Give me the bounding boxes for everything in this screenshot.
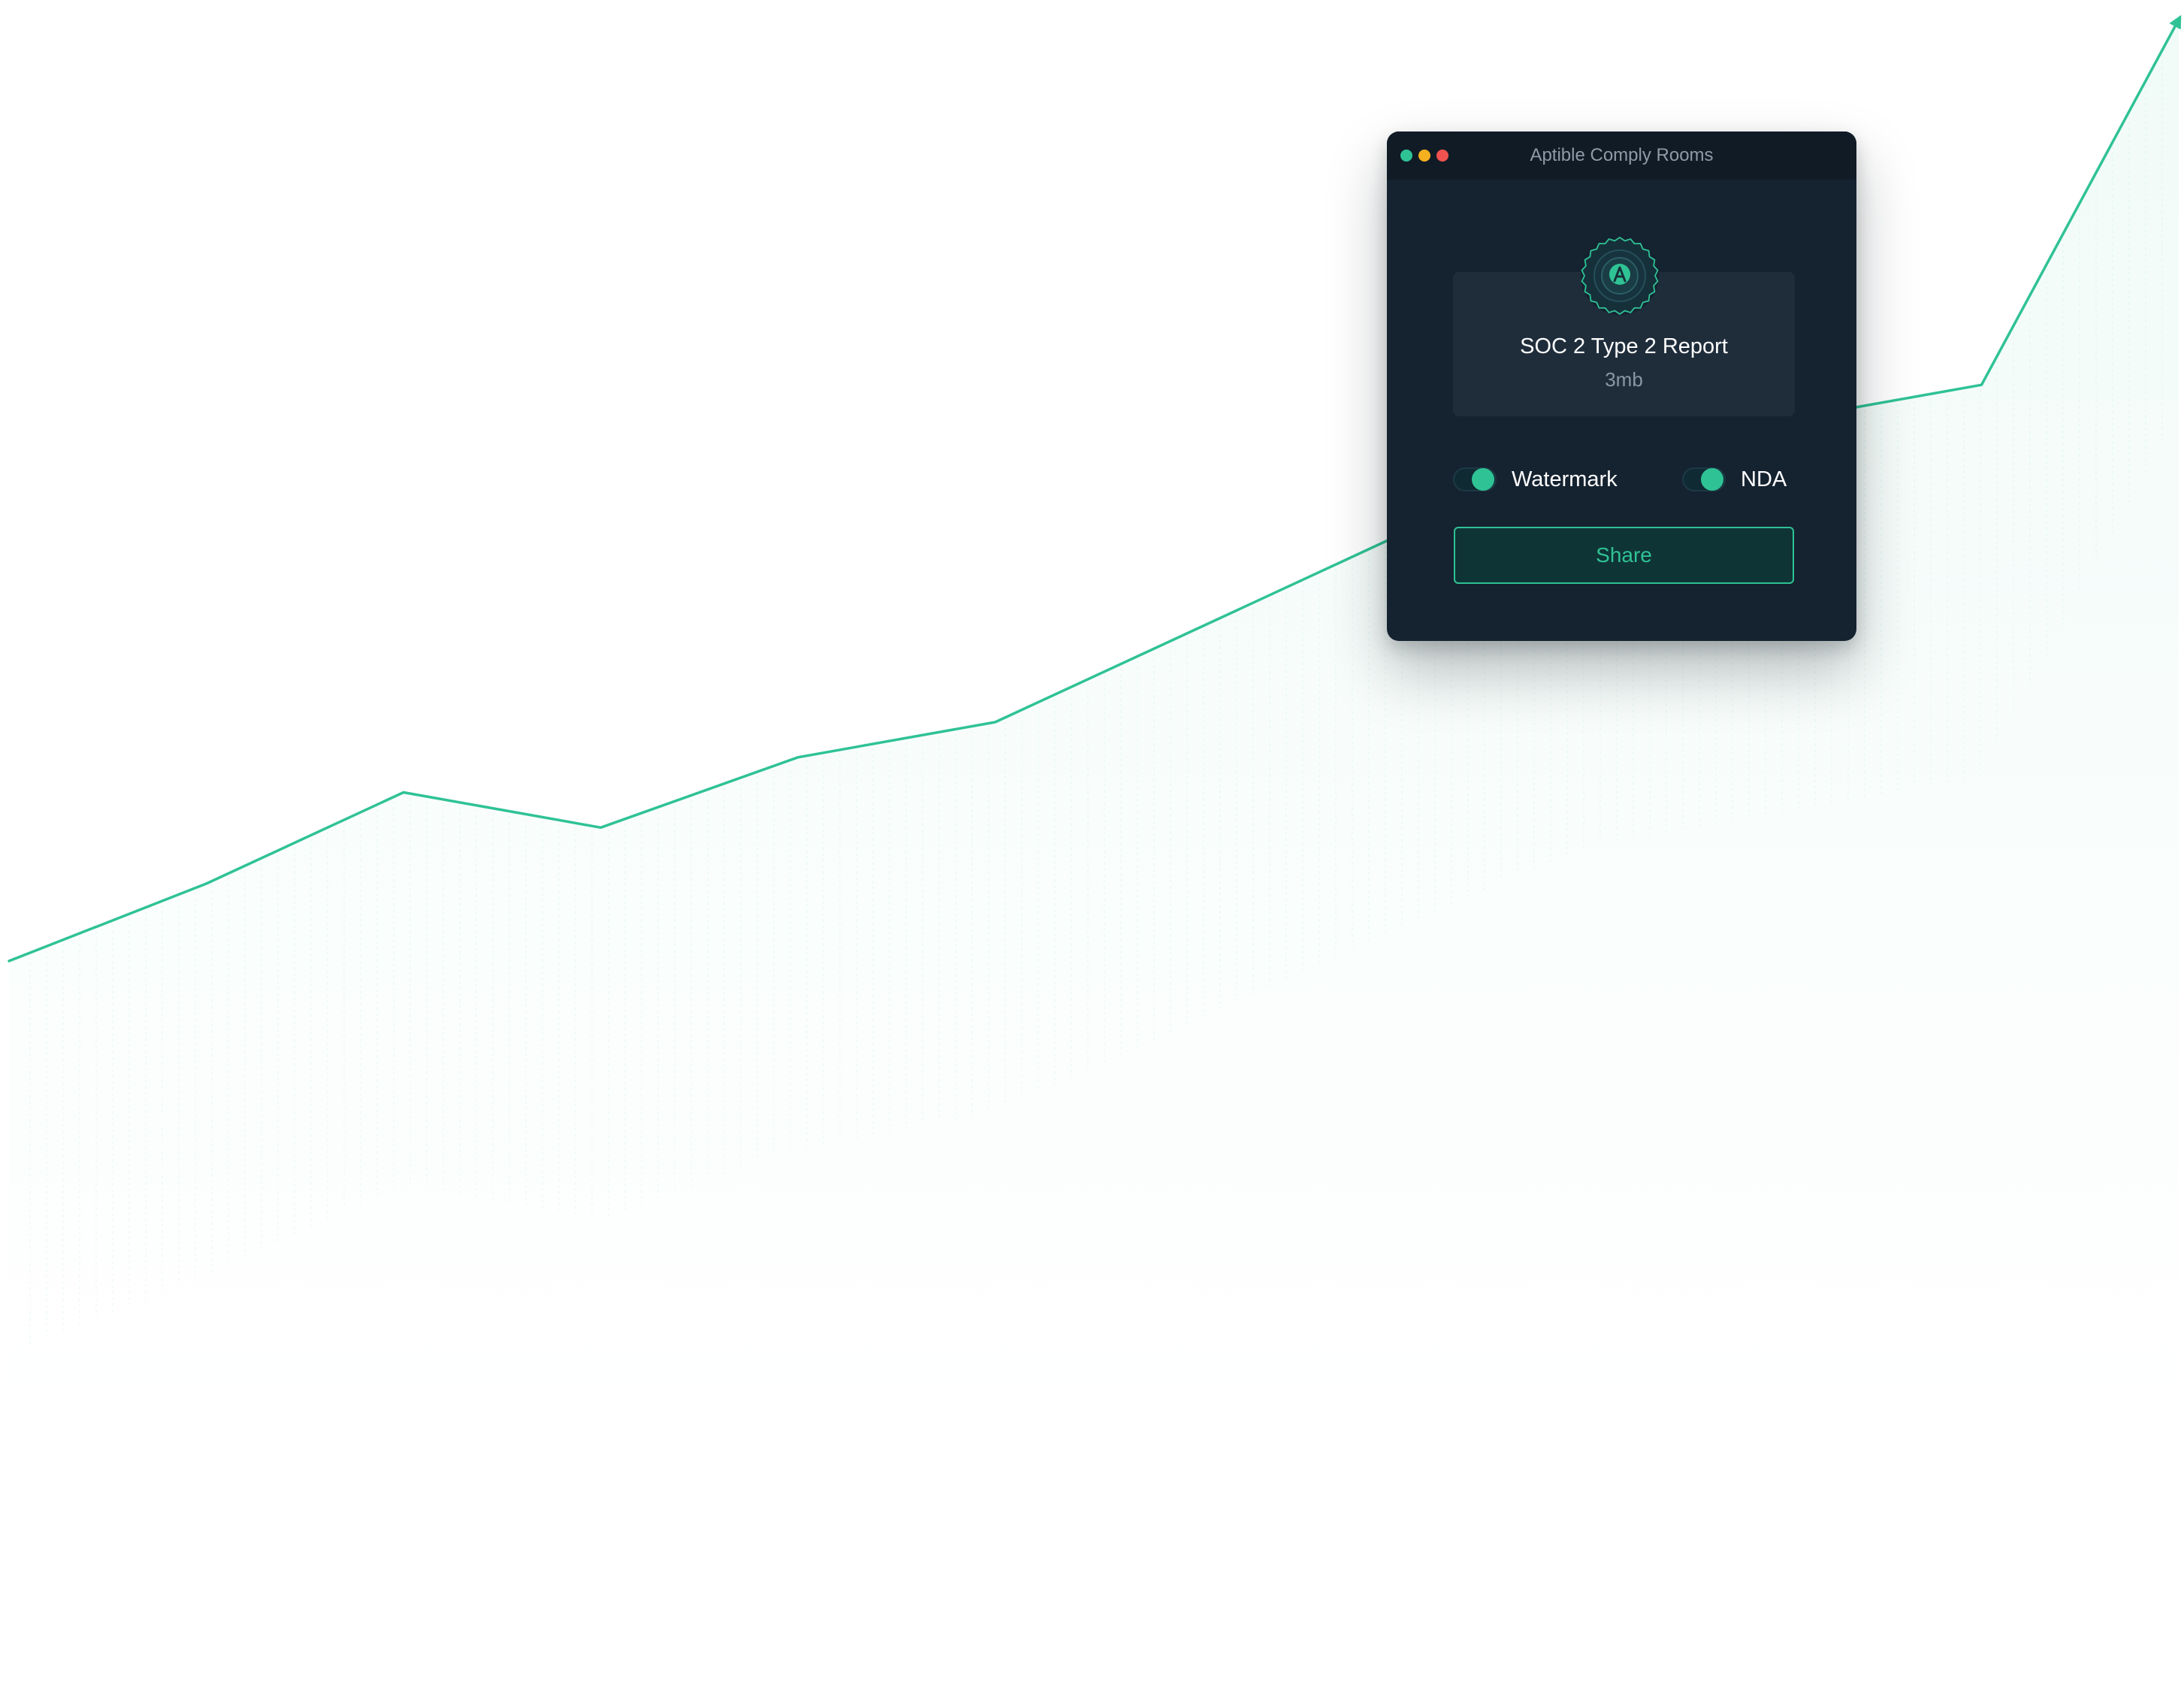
nda-label: NDA bbox=[1741, 467, 1787, 491]
file-name: SOC 2 Type 2 Report bbox=[1520, 334, 1728, 358]
chart-point bbox=[205, 882, 208, 885]
seal-badge-icon bbox=[1581, 237, 1659, 315]
chart-point bbox=[796, 756, 799, 759]
nda-toggle-group[interactable]: NDA bbox=[1682, 464, 1787, 494]
nda-toggle[interactable] bbox=[1682, 467, 1726, 491]
chart-point bbox=[1980, 383, 1983, 386]
share-button[interactable]: Share bbox=[1454, 527, 1794, 584]
stage: Aptible Comply Rooms SOC 2 Type 2 Report… bbox=[0, 0, 2184, 1705]
watermark-toggle-group[interactable]: Watermark bbox=[1453, 464, 1618, 494]
app-window: Aptible Comply Rooms SOC 2 Type 2 Report… bbox=[1387, 132, 1856, 641]
file-size: 3mb bbox=[1605, 368, 1643, 391]
toggle-knob bbox=[1701, 468, 1723, 491]
watermark-toggle[interactable] bbox=[1453, 467, 1497, 491]
chart-point bbox=[600, 826, 603, 829]
chart-point bbox=[8, 960, 11, 963]
title-bar: Aptible Comply Rooms bbox=[1387, 132, 1856, 180]
chart-point bbox=[994, 721, 997, 724]
watermark-label: Watermark bbox=[1512, 467, 1618, 491]
chart-point bbox=[2177, 18, 2180, 21]
window-title: Aptible Comply Rooms bbox=[1530, 145, 1714, 165]
toggle-knob bbox=[1472, 468, 1494, 491]
chart-point bbox=[1191, 630, 1194, 633]
chart-point bbox=[402, 791, 405, 794]
